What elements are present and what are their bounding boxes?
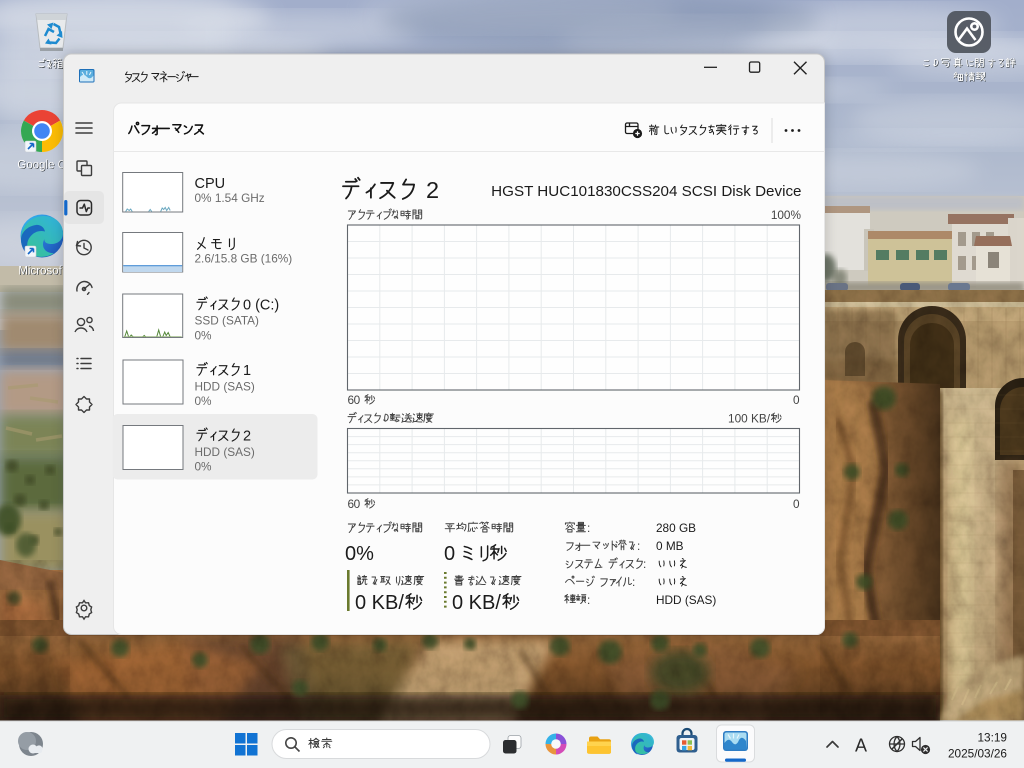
svg-text:0 KB/: 0 KB/ <box>355 592 404 614</box>
svg-text:1: 1 <box>243 363 251 379</box>
svg-text:0 MB: 0 MB <box>656 539 684 553</box>
svg-text:0% 1.54 GHz: 0% 1.54 GHz <box>195 191 265 205</box>
svg-text::: : <box>643 557 646 571</box>
svg-text:0: 0 <box>354 497 361 511</box>
svg-text:13:19: 13:19 <box>977 731 1007 745</box>
svg-text:2: 2 <box>426 177 439 203</box>
svg-text:0: 0 <box>354 393 361 407</box>
svg-text:100 KB/: 100 KB/ <box>728 412 771 426</box>
svg-text:HDD (SAS): HDD (SAS) <box>195 380 255 394</box>
svg-text:Google C: Google C <box>17 159 66 171</box>
svg-text:0%: 0% <box>195 394 213 408</box>
svg-text:2025/03/26: 2025/03/26 <box>948 747 1007 761</box>
svg-text::: : <box>587 593 590 607</box>
svg-text::: : <box>632 575 635 589</box>
svg-text:100%: 100% <box>771 208 802 222</box>
svg-text:0: 0 <box>793 393 800 407</box>
svg-text:HDD (SAS): HDD (SAS) <box>195 445 255 459</box>
svg-text:0: 0 <box>793 497 800 511</box>
svg-text:2: 2 <box>243 429 251 445</box>
svg-text:0: 0 <box>444 543 455 565</box>
svg-text::: : <box>587 521 590 535</box>
svg-text:0 KB/: 0 KB/ <box>452 592 501 614</box>
svg-text:0%: 0% <box>345 543 374 565</box>
svg-text:CPU: CPU <box>195 176 226 192</box>
svg-text:SSD (SATA): SSD (SATA) <box>195 314 260 328</box>
svg-text:Microsof: Microsof <box>18 265 62 277</box>
svg-text:A: A <box>855 736 867 756</box>
svg-text::: : <box>637 539 640 553</box>
svg-text:0%: 0% <box>195 460 213 474</box>
svg-text:0 (C:): 0 (C:) <box>243 298 279 314</box>
svg-text:280 GB: 280 GB <box>656 521 696 535</box>
svg-text:2.6/15.8 GB (16%): 2.6/15.8 GB (16%) <box>195 252 293 266</box>
svg-text:HDD (SAS): HDD (SAS) <box>656 593 716 607</box>
svg-text:HGST HUC101830CSS204 SCSI Disk: HGST HUC101830CSS204 SCSI Disk Device <box>491 183 801 200</box>
svg-text:0%: 0% <box>195 329 213 343</box>
